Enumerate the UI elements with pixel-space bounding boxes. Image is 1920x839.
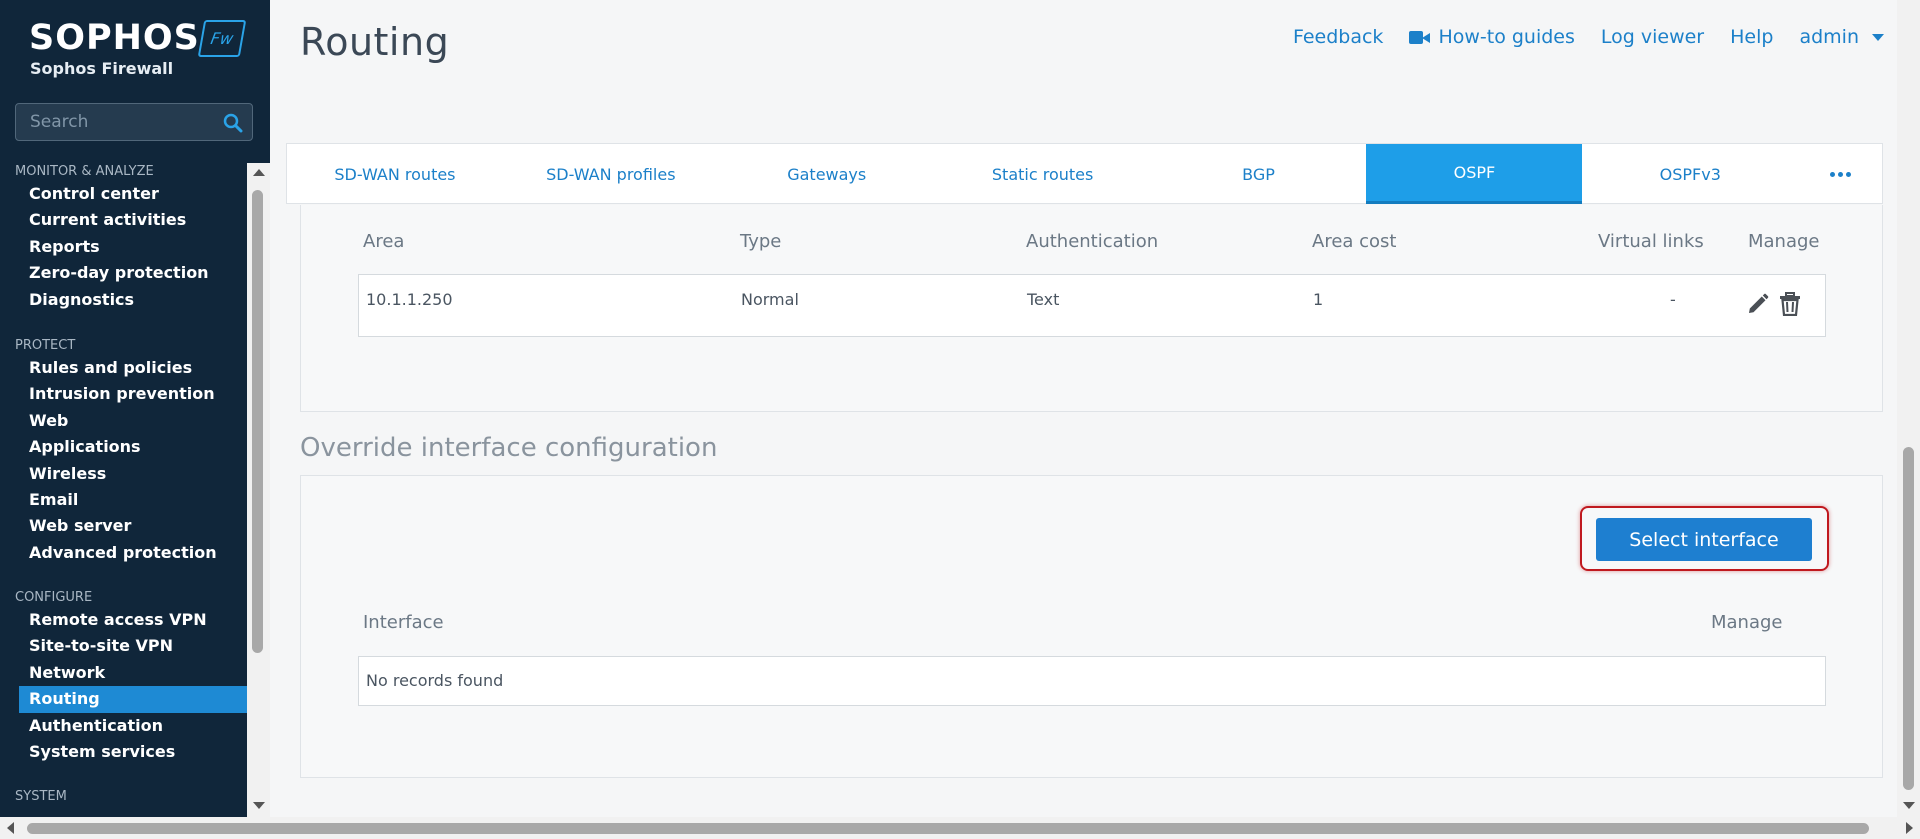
cell-virtual-links: - bbox=[1670, 290, 1676, 309]
nav-group-monitor: MONITOR & ANALYZE bbox=[15, 164, 154, 179]
sidebar-item-network[interactable]: Network bbox=[0, 660, 247, 686]
top-navigation: Feedback How-to guides Log viewer Help a… bbox=[1293, 26, 1884, 48]
sidebar-item-reports[interactable]: Reports bbox=[0, 234, 247, 260]
col-header-area: Area bbox=[363, 231, 405, 252]
product-name: Sophos Firewall bbox=[30, 59, 174, 78]
main-scrollbar[interactable] bbox=[1897, 0, 1920, 817]
cell-authentication: Text bbox=[1027, 290, 1060, 309]
sidebar-item-intrusion-prevention[interactable]: Intrusion prevention bbox=[0, 381, 247, 407]
edit-pencil-icon[interactable] bbox=[1746, 292, 1770, 316]
user-name: admin bbox=[1799, 26, 1859, 48]
nav-group-protect: PROTECT bbox=[15, 337, 76, 353]
tab-static-routes[interactable]: Static routes bbox=[935, 144, 1151, 204]
sidebar-item-system-services[interactable]: System services bbox=[0, 739, 247, 765]
help-link[interactable]: Help bbox=[1730, 26, 1773, 48]
routing-tabs: SD-WAN routes SD-WAN profiles Gateways S… bbox=[286, 143, 1883, 204]
caret-down-icon bbox=[1872, 33, 1884, 41]
horizontal-scroll-thumb[interactable] bbox=[27, 823, 1869, 834]
howto-guides-link[interactable]: How-to guides bbox=[1409, 26, 1575, 48]
sidebar-item-rules-and-policies[interactable]: Rules and policies bbox=[0, 355, 247, 381]
sidebar-item-email[interactable]: Email bbox=[0, 487, 247, 513]
delete-trash-icon[interactable] bbox=[1779, 292, 1801, 316]
sidebar-scroll-thumb[interactable] bbox=[252, 190, 263, 653]
sidebar-item-wireless[interactable]: Wireless bbox=[0, 461, 247, 487]
sidebar-scrollbar[interactable] bbox=[247, 163, 270, 817]
sophos-logo: SOPHOS bbox=[29, 18, 200, 58]
main-scroll-down-arrow-icon[interactable] bbox=[1903, 802, 1915, 809]
tab-gateways[interactable]: Gateways bbox=[719, 144, 935, 204]
howto-guides-label: How-to guides bbox=[1438, 26, 1575, 48]
no-records-text: No records found bbox=[366, 671, 504, 690]
sidebar-item-authentication[interactable]: Authentication bbox=[0, 713, 247, 739]
table-row: 10.1.1.250 Normal Text 1 - bbox=[358, 274, 1826, 337]
sidebar-item-zero-day-protection[interactable]: Zero-day protection bbox=[0, 260, 247, 286]
tab-bgp[interactable]: BGP bbox=[1151, 144, 1367, 204]
cell-type: Normal bbox=[741, 290, 799, 309]
sidebar: SOPHOS Sophos Firewall Fw MONITOR & ANAL… bbox=[0, 0, 270, 839]
col-header-override-manage: Manage bbox=[1711, 612, 1783, 633]
col-header-area-cost: Area cost bbox=[1312, 231, 1397, 252]
search-icon[interactable] bbox=[223, 113, 243, 133]
col-header-type: Type bbox=[740, 231, 782, 252]
scroll-right-arrow-icon[interactable] bbox=[1906, 822, 1913, 834]
nav-group-configure: CONFIGURE bbox=[15, 590, 93, 606]
brand: SOPHOS Sophos Firewall bbox=[29, 18, 200, 78]
sidebar-item-site-to-site-vpn[interactable]: Site-to-site VPN bbox=[0, 633, 247, 659]
sidebar-item-web-server[interactable]: Web server bbox=[0, 513, 247, 539]
col-header-virtual-links: Virtual links bbox=[1598, 231, 1704, 252]
tab-ospf[interactable]: OSPF bbox=[1366, 144, 1583, 204]
col-header-manage: Manage bbox=[1748, 231, 1820, 252]
tab-ospfv3[interactable]: OSPFv3 bbox=[1582, 144, 1798, 204]
sidebar-item-control-center[interactable]: Control center bbox=[0, 181, 247, 207]
empty-row: No records found bbox=[358, 656, 1826, 706]
firewall-badge-text: Fw bbox=[209, 29, 235, 48]
sidebar-item-diagnostics[interactable]: Diagnostics bbox=[0, 287, 247, 313]
sidebar-item-applications[interactable]: Applications bbox=[0, 434, 247, 460]
scroll-up-arrow-icon[interactable] bbox=[253, 169, 265, 176]
cell-area-cost: 1 bbox=[1313, 290, 1324, 309]
firewall-badge-icon: Fw bbox=[197, 20, 247, 57]
search-input[interactable] bbox=[30, 112, 220, 132]
col-header-interface: Interface bbox=[363, 612, 444, 633]
tab-sd-wan-routes[interactable]: SD-WAN routes bbox=[287, 144, 503, 204]
video-camera-icon bbox=[1409, 30, 1431, 45]
sidebar-item-advanced-protection[interactable]: Advanced protection bbox=[0, 540, 247, 566]
col-header-authentication: Authentication bbox=[1026, 231, 1159, 252]
page-title: Routing bbox=[300, 20, 450, 64]
override-section-title: Override interface configuration bbox=[300, 433, 718, 463]
cell-area: 10.1.1.250 bbox=[366, 290, 453, 309]
sidebar-item-current-activities[interactable]: Current activities bbox=[0, 207, 247, 233]
select-interface-highlight: Select interface bbox=[1580, 506, 1829, 571]
select-interface-button[interactable]: Select interface bbox=[1596, 518, 1812, 561]
scroll-left-arrow-icon[interactable] bbox=[7, 822, 14, 834]
tab-sd-wan-profiles[interactable]: SD-WAN profiles bbox=[503, 144, 719, 204]
horizontal-scrollbar[interactable] bbox=[0, 817, 1920, 839]
log-viewer-link[interactable]: Log viewer bbox=[1601, 26, 1704, 48]
search-box bbox=[15, 103, 253, 141]
area-panel: Area Type Authentication Area cost Virtu… bbox=[300, 205, 1883, 412]
user-menu[interactable]: admin bbox=[1799, 26, 1884, 48]
sidebar-nav: MONITOR & ANALYZE Control center Current… bbox=[0, 163, 270, 817]
scroll-down-arrow-icon[interactable] bbox=[253, 802, 265, 809]
sidebar-item-web[interactable]: Web bbox=[0, 408, 247, 434]
more-tabs-icon[interactable] bbox=[1798, 144, 1882, 204]
sidebar-item-routing[interactable]: Routing bbox=[19, 686, 247, 713]
sidebar-item-remote-access-vpn[interactable]: Remote access VPN bbox=[0, 607, 247, 633]
main-scroll-thumb[interactable] bbox=[1903, 447, 1914, 790]
feedback-link[interactable]: Feedback bbox=[1293, 26, 1383, 48]
nav-group-system: SYSTEM bbox=[15, 789, 67, 805]
